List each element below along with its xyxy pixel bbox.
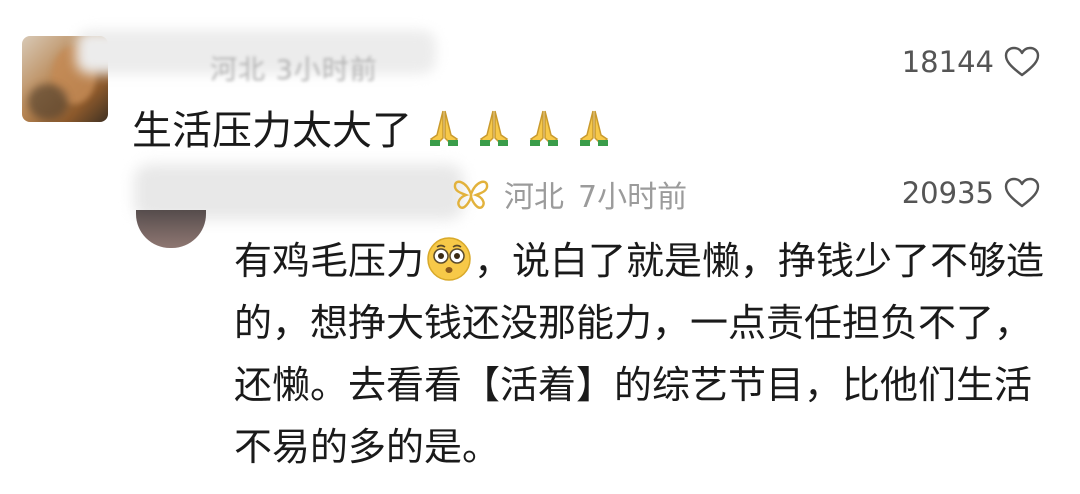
comment-meta: 河北 7小时前 <box>452 172 687 216</box>
butterfly-icon <box>453 180 489 209</box>
comment-text: 有鸡毛压力 ，说白了就是懒，挣钱少了不够造的，想挣大钱还没那能力，一点责任担负不… <box>234 230 1054 478</box>
comment-text: 生活压力太大了 <box>132 98 616 156</box>
flushed-face-icon <box>427 237 471 281</box>
comment-thread: 河北 3小时前 18144 生活压力太大了 河北 7小时前 20935 有鸡毛压… <box>0 0 1080 494</box>
folded-hands-icon <box>529 110 559 147</box>
region-label: 河北 <box>504 180 564 215</box>
folded-hands-icon <box>429 110 459 147</box>
like-count: 20935 <box>901 176 994 210</box>
like-button[interactable]: 18144 <box>902 45 1040 79</box>
emoji-row <box>422 105 616 149</box>
like-count: 18144 <box>901 45 994 79</box>
avatar[interactable] <box>136 210 206 248</box>
like-button[interactable]: 20935 <box>902 176 1040 210</box>
folded-hands-icon <box>479 110 509 147</box>
comment-body: 生活压力太大了 <box>132 108 412 154</box>
timestamp: 7小时前 <box>578 180 688 215</box>
heart-icon <box>1004 177 1040 208</box>
comment-body-part1: 有鸡毛压力 <box>234 239 425 283</box>
heart-icon <box>1004 46 1040 77</box>
folded-hands-icon <box>579 110 609 147</box>
comment-meta: 河北 3小时前 <box>210 55 378 86</box>
